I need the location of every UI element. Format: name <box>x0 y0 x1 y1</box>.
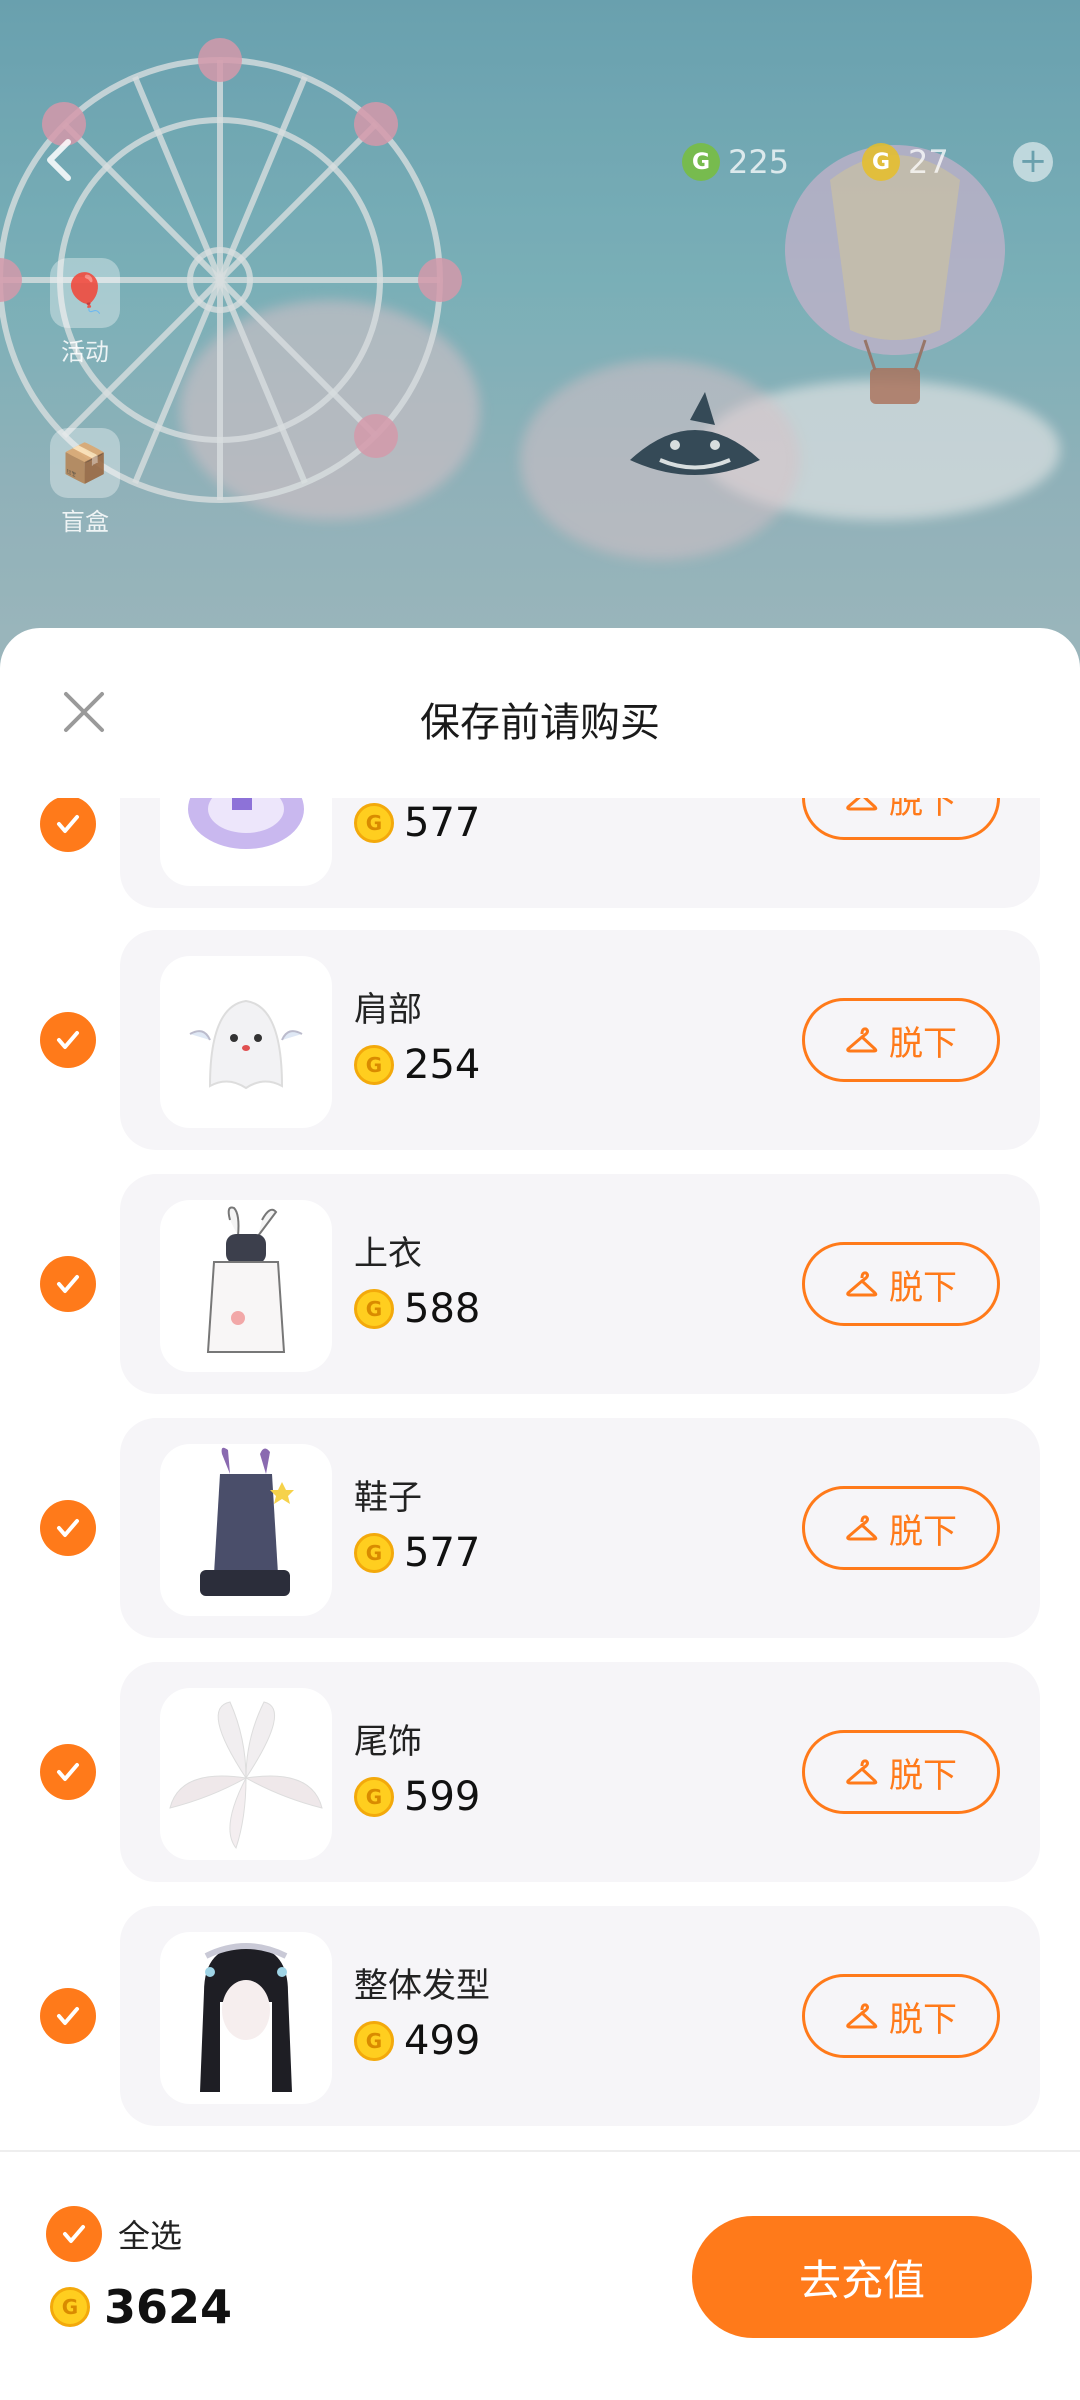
g-coin-icon: G <box>354 1777 394 1817</box>
check-icon <box>63 2225 85 2243</box>
recharge-button[interactable]: 去充值 <box>692 2216 1032 2338</box>
item-list[interactable]: G 577 脱下 肩部 G 254 脱下 上衣 G 588 脱下 鞋子 G 57… <box>0 798 1080 2148</box>
item-name: 鞋子 <box>354 1478 422 1518</box>
item-thumbnail <box>160 1688 332 1860</box>
mystery-box-icon: 📦 <box>50 428 120 498</box>
sheet-title: 保存前请购买 <box>420 700 660 746</box>
take-off-label: 脱下 <box>889 1999 957 2040</box>
check-icon <box>57 1275 79 1293</box>
item-checkbox[interactable] <box>40 1744 96 1800</box>
g-coin-icon: G <box>354 803 394 843</box>
list-item: 尾饰 G 599 脱下 <box>0 1662 1080 1882</box>
item-price-value: 599 <box>404 1774 481 1820</box>
select-all-toggle[interactable]: 全选 <box>46 2206 182 2262</box>
take-off-button[interactable]: 脱下 <box>802 1486 1000 1570</box>
hanger-icon <box>846 2003 878 2029</box>
item-card: 上衣 G 588 脱下 <box>120 1174 1040 1394</box>
side-menu-blind-box[interactable]: 📦 盲盒 <box>40 428 130 537</box>
take-off-button[interactable]: 脱下 <box>802 1730 1000 1814</box>
hanger-icon <box>846 798 878 811</box>
item-price: G 499 <box>354 2018 480 2064</box>
item-price-value: 577 <box>404 1530 481 1576</box>
g-coin-icon: G <box>50 2287 90 2327</box>
list-item: 鞋子 G 577 脱下 <box>0 1418 1080 1638</box>
side-menu-activity[interactable]: 🎈 活动 <box>40 258 130 367</box>
take-off-button[interactable]: 脱下 <box>802 1242 1000 1326</box>
item-card: 整体发型 G 499 脱下 <box>120 1906 1040 2126</box>
take-off-label: 脱下 <box>889 1755 957 1796</box>
item-price-value: 588 <box>404 1286 481 1332</box>
item-thumbnail <box>160 798 332 886</box>
take-off-label: 脱下 <box>889 1023 957 1064</box>
list-item: 整体发型 G 499 脱下 <box>0 1906 1080 2126</box>
item-price-value: 577 <box>404 800 481 846</box>
item-thumbnail <box>160 956 332 1128</box>
item-name: 上衣 <box>354 1234 422 1274</box>
item-thumbnail <box>160 1444 332 1616</box>
item-card: 鞋子 G 577 脱下 <box>120 1418 1040 1638</box>
check-icon <box>57 2007 79 2025</box>
total-price: G 3624 <box>50 2280 232 2334</box>
purchase-sheet: 保存前请购买 G 577 脱下 肩部 G 254 脱下 上衣 G 588 脱下 … <box>0 628 1080 2400</box>
check-icon <box>57 1031 79 1049</box>
item-price-value: 499 <box>404 2018 481 2064</box>
take-off-button[interactable]: 脱下 <box>802 798 1000 840</box>
side-menu-activity-label: 活动 <box>61 338 109 366</box>
currency-balance-gold: G 27 <box>862 140 949 184</box>
add-currency-button[interactable]: + <box>1013 142 1053 182</box>
g-coin-gold-icon: G <box>862 143 900 181</box>
item-checkbox[interactable] <box>40 1256 96 1312</box>
item-thumbnail <box>160 1200 332 1372</box>
g-coin-icon: G <box>354 1045 394 1085</box>
item-price: G 588 <box>354 1286 480 1332</box>
g-coin-icon: G <box>354 1533 394 1573</box>
item-checkbox[interactable] <box>40 1500 96 1556</box>
item-price-value: 254 <box>404 1042 481 1088</box>
check-icon <box>57 815 79 833</box>
item-name: 肩部 <box>354 990 422 1030</box>
item-checkbox[interactable] <box>40 798 96 852</box>
item-checkbox[interactable] <box>40 1012 96 1068</box>
sheet-header: 保存前请购买 <box>0 628 1080 798</box>
take-off-label: 脱下 <box>889 1511 957 1552</box>
total-price-value: 3624 <box>104 2280 233 2334</box>
take-off-button[interactable]: 脱下 <box>802 1974 1000 2058</box>
select-all-checkbox[interactable] <box>46 2206 102 2262</box>
item-card: 肩部 G 254 脱下 <box>120 930 1040 1150</box>
take-off-button[interactable]: 脱下 <box>802 998 1000 1082</box>
g-coin-icon: G <box>354 1289 394 1329</box>
list-item: 上衣 G 588 脱下 <box>0 1174 1080 1394</box>
item-card: G 577 脱下 <box>120 798 1040 908</box>
checkout-footer: 全选 G 3624 去充值 <box>0 2150 1080 2400</box>
check-icon <box>57 1763 79 1781</box>
item-price: G 254 <box>354 1042 480 1088</box>
currency-balance-green: G 225 <box>682 140 789 184</box>
game-background-scene: 🎈 活动 📦 盲盒 G 225 G 27 + <box>0 0 1080 700</box>
g-coin-green-icon: G <box>682 143 720 181</box>
currency-gold-value: 27 <box>908 143 949 181</box>
list-item: 肩部 G 254 脱下 <box>0 930 1080 1150</box>
item-thumbnail <box>160 1932 332 2104</box>
select-all-label: 全选 <box>118 2217 183 2255</box>
hanger-icon <box>846 1271 878 1297</box>
item-checkbox[interactable] <box>40 1988 96 2044</box>
currency-green-value: 225 <box>728 143 790 181</box>
take-off-label: 脱下 <box>889 798 957 822</box>
item-name: 尾饰 <box>354 1722 422 1762</box>
hot-air-balloon-icon: 🎈 <box>50 258 120 328</box>
item-name: 整体发型 <box>354 1966 490 2006</box>
hanger-icon <box>846 1515 878 1541</box>
side-menu-blind-box-label: 盲盒 <box>61 508 109 536</box>
check-icon <box>57 1519 79 1537</box>
item-price: G 577 <box>354 800 480 846</box>
list-item: G 577 脱下 <box>0 798 1080 908</box>
item-price: G 577 <box>354 1530 480 1576</box>
take-off-label: 脱下 <box>889 1267 957 1308</box>
g-coin-icon: G <box>354 2021 394 2061</box>
back-icon[interactable] <box>30 130 90 190</box>
item-price: G 599 <box>354 1774 480 1820</box>
hanger-icon <box>846 1759 878 1785</box>
hanger-icon <box>846 1027 878 1053</box>
item-card: 尾饰 G 599 脱下 <box>120 1662 1040 1882</box>
